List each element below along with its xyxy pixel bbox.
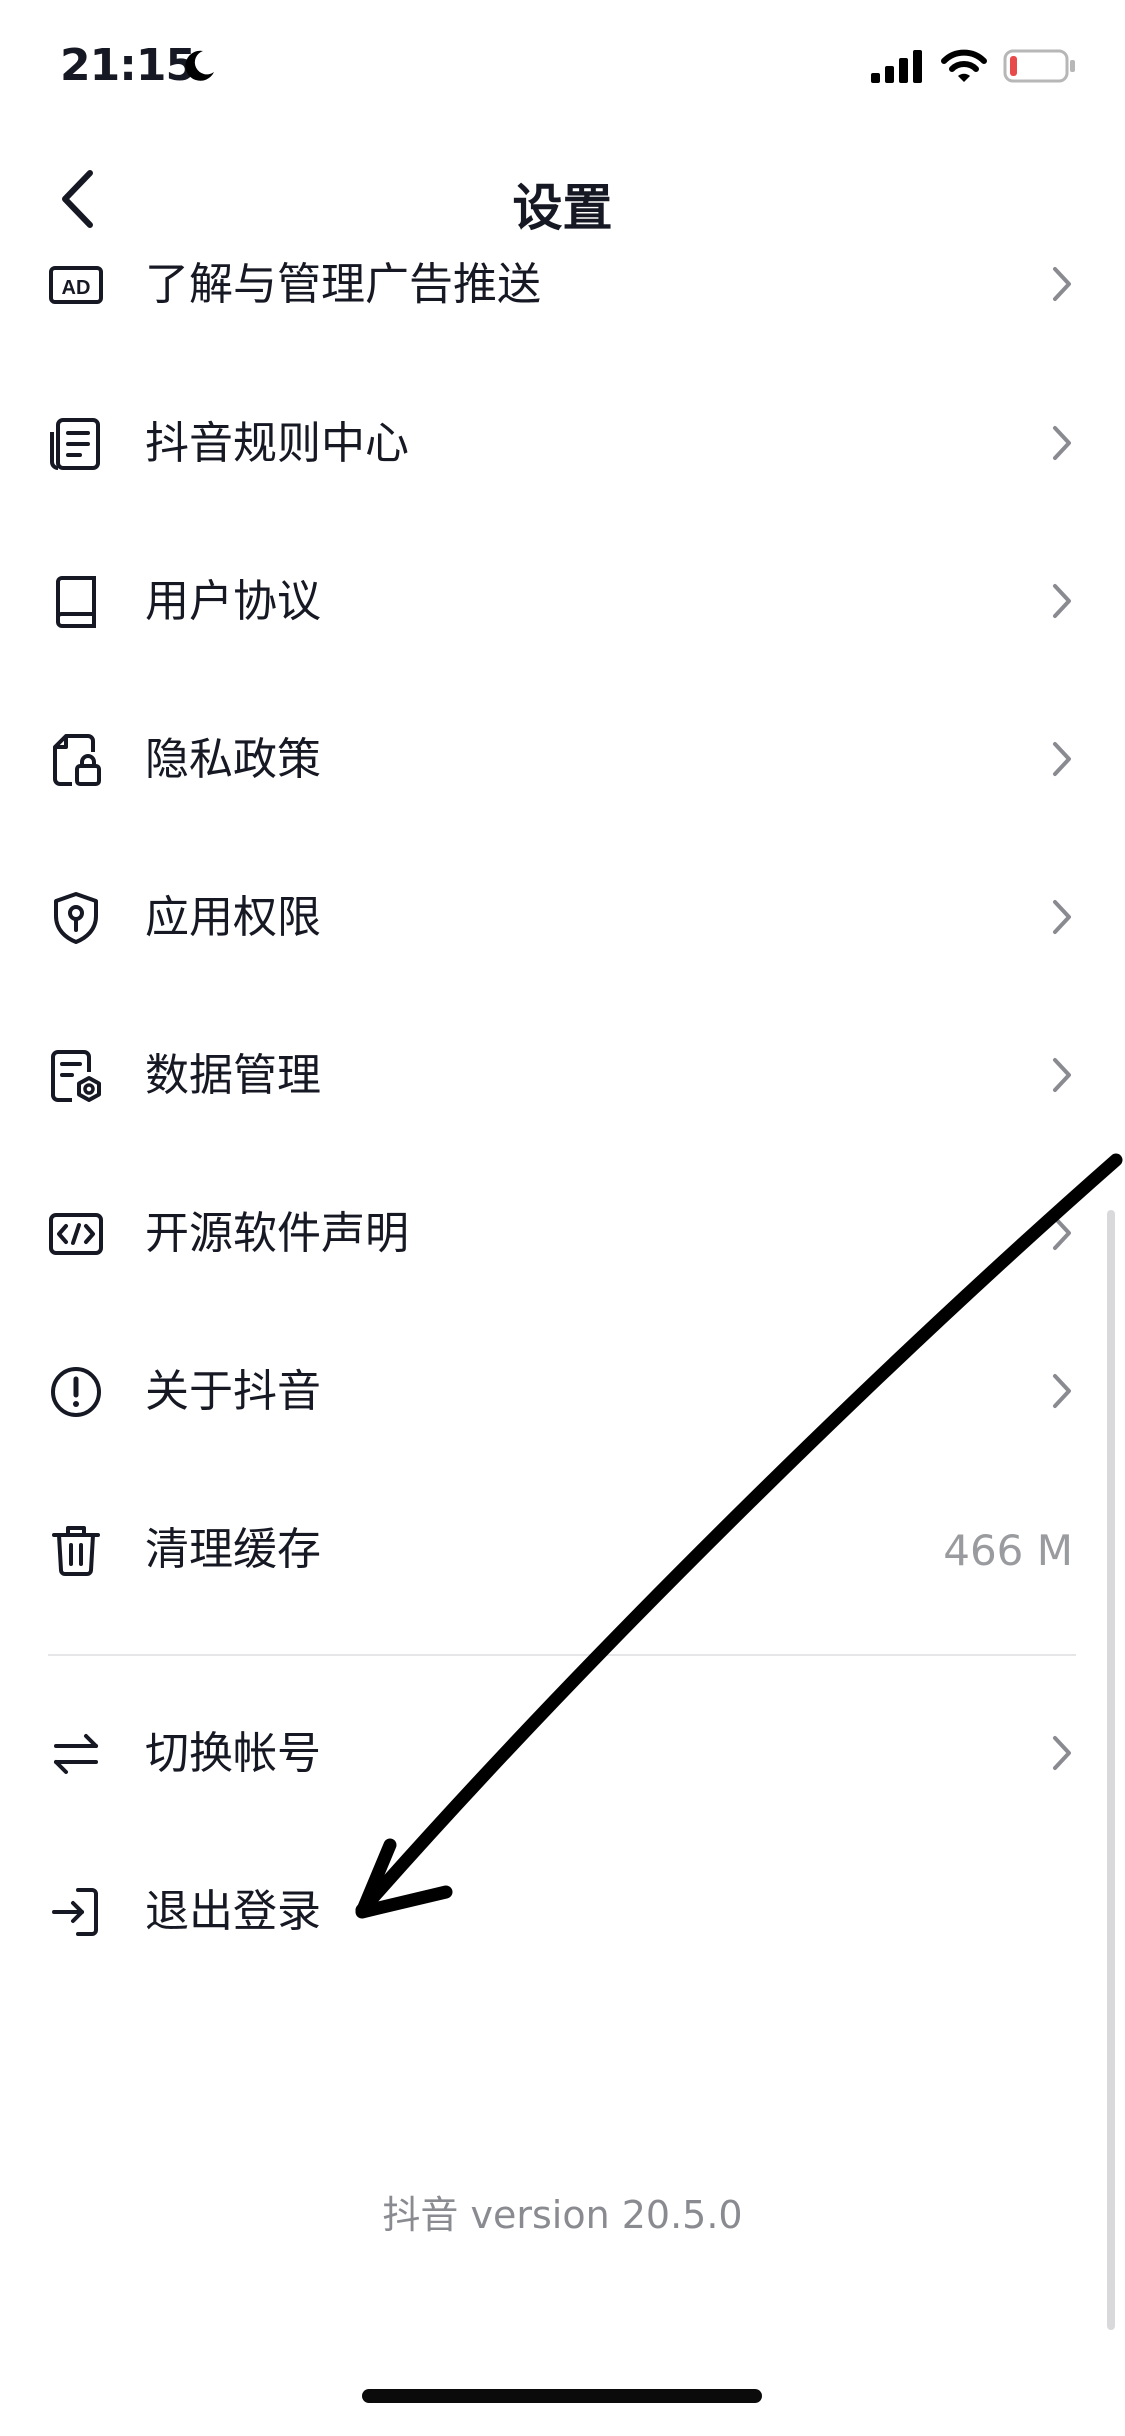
settings-item-privacy-policy[interactable]: 隐私政策: [0, 698, 1125, 818]
battery-low-icon: [1003, 48, 1077, 88]
document-gear-icon: [51, 1050, 101, 1102]
section-divider: [48, 1654, 1076, 1656]
settings-item-logout[interactable]: 退出登录: [0, 1850, 1125, 1970]
shield-key-icon: [54, 892, 98, 944]
settings-item-label: 了解与管理广告推送: [145, 259, 541, 310]
trash-icon: [52, 1526, 100, 1576]
settings-item-label: 关于抖音: [145, 1366, 321, 1417]
settings-item-label: 隐私政策: [145, 734, 321, 785]
svg-text:AD: AD: [62, 277, 91, 299]
chevron-right-icon: [1053, 267, 1071, 301]
document-list-icon: [50, 418, 100, 470]
settings-item-label: 应用权限: [145, 892, 321, 943]
chevron-right-icon: [1053, 1216, 1071, 1250]
settings-item-about[interactable]: 关于抖音: [0, 1330, 1125, 1450]
chevron-right-icon: [1053, 900, 1071, 934]
chevron-right-icon: [1053, 426, 1071, 460]
settings-item-label: 抖音规则中心: [145, 418, 409, 469]
moon-icon: [181, 48, 217, 88]
settings-item-clear-cache[interactable]: 清理缓存 466 M: [0, 1488, 1125, 1608]
settings-item-user-agreement[interactable]: 用户协议: [0, 540, 1125, 660]
cache-size-value: 466 M: [943, 1526, 1073, 1575]
chevron-right-icon: [1053, 1374, 1071, 1408]
status-bar: 21:15: [0, 0, 1125, 140]
cellular-signal-icon: [871, 49, 925, 87]
chevron-right-icon: [1053, 742, 1071, 776]
chevron-right-icon: [1053, 1736, 1071, 1770]
book-icon: [56, 576, 96, 628]
ad-icon: AD: [49, 266, 103, 304]
settings-item-label: 用户协议: [145, 576, 321, 627]
logout-icon: [52, 1888, 98, 1936]
settings-item-rules-center[interactable]: 抖音规则中心: [0, 382, 1125, 502]
swap-icon: [54, 1734, 98, 1774]
chevron-right-icon: [1053, 1058, 1071, 1092]
settings-item-label: 清理缓存: [145, 1524, 321, 1575]
settings-item-app-permissions[interactable]: 应用权限: [0, 856, 1125, 976]
chevron-right-icon: [1053, 584, 1071, 618]
code-icon: [49, 1213, 103, 1255]
settings-item-label: 退出登录: [145, 1886, 321, 1937]
scrollbar[interactable]: [1107, 1210, 1115, 2330]
settings-item-data-management[interactable]: 数据管理: [0, 1014, 1125, 1134]
status-time: 21:15: [60, 40, 196, 91]
settings-item-switch-account[interactable]: 切换帐号: [0, 1692, 1125, 1812]
home-indicator[interactable]: [362, 2389, 762, 2403]
app-version: 抖音 version 20.5.0: [382, 2193, 743, 2237]
settings-item-ad-management[interactable]: AD 了解与管理广告推送: [0, 223, 1125, 343]
status-icons: [871, 48, 1077, 88]
settings-item-open-source[interactable]: 开源软件声明: [0, 1172, 1125, 1292]
settings-item-label: 开源软件声明: [145, 1208, 409, 1259]
document-lock-icon: [53, 734, 101, 786]
settings-item-label: 切换帐号: [145, 1728, 321, 1779]
settings-item-label: 数据管理: [145, 1050, 321, 1101]
wifi-icon: [941, 49, 987, 87]
info-circle-icon: [51, 1367, 101, 1417]
